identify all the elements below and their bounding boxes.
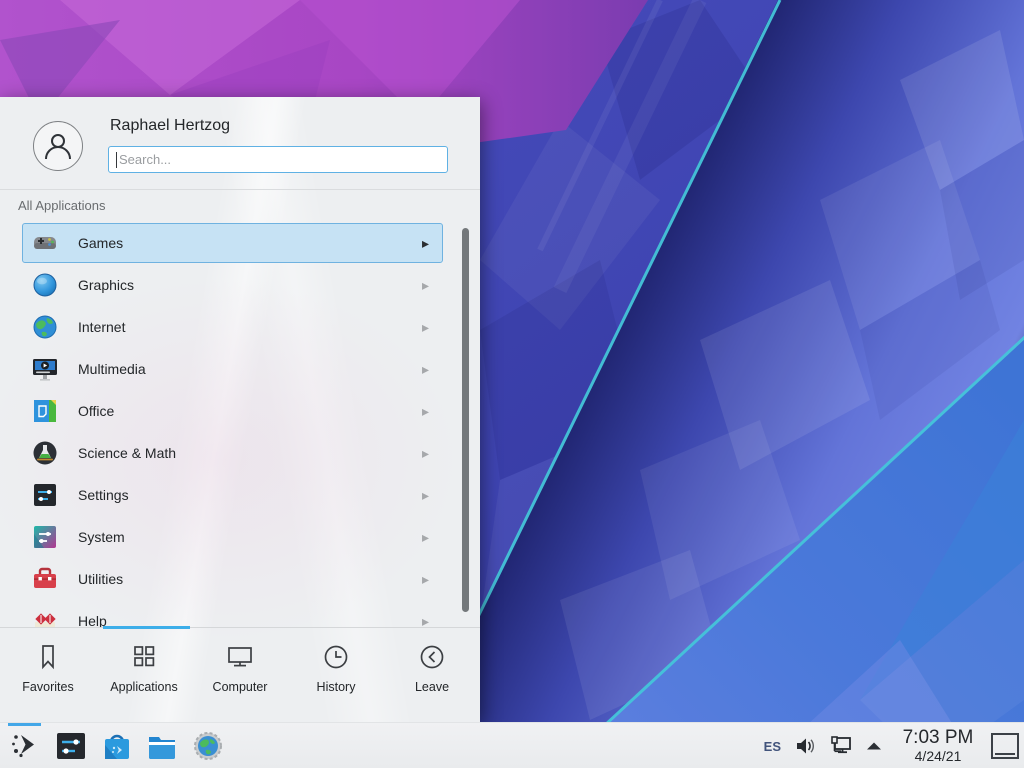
digital-clock[interactable]: 7:03 PM 4/24/21 <box>895 728 981 764</box>
submenu-arrow-icon: ▸ <box>422 264 429 306</box>
system-tray: ES 7:03 PM 4/24/2 <box>764 723 1024 768</box>
wired-network-icon[interactable] <box>829 735 853 757</box>
show-desktop-button[interactable] <box>991 733 1019 759</box>
taskbar-app-system-settings[interactable] <box>55 730 87 762</box>
kde-kickoff-icon <box>9 732 39 760</box>
sliders-color-icon <box>32 524 58 550</box>
konqueror-globe-icon <box>192 730 224 762</box>
user-avatar[interactable] <box>33 121 83 171</box>
sphere-icon <box>32 272 58 298</box>
tab-label: History <box>317 680 356 694</box>
submenu-arrow-icon: ▸ <box>422 558 429 600</box>
launcher-open-indicator <box>8 723 41 726</box>
documents-icon <box>32 398 58 424</box>
active-tab-indicator <box>103 626 190 629</box>
category-label: Games <box>78 222 123 264</box>
person-icon <box>41 129 75 163</box>
submenu-arrow-icon: ▸ <box>422 390 429 432</box>
search-input[interactable] <box>109 147 447 172</box>
user-name: Raphael Hertzog <box>110 117 230 135</box>
category-label: System <box>78 516 125 558</box>
category-internet[interactable]: Internet ▸ <box>0 306 480 348</box>
menu-header: Raphael Hertzog <box>0 97 480 189</box>
gamepad-icon <box>32 230 58 256</box>
monitor-play-icon <box>32 356 58 382</box>
tab-label: Favorites <box>22 680 73 694</box>
category-science-math[interactable]: Science & Math ▸ <box>0 432 480 474</box>
submenu-arrow-icon: ▸ <box>422 222 429 264</box>
category-label: Internet <box>78 306 125 348</box>
submenu-arrow-icon: ▸ <box>422 432 429 474</box>
clock-icon <box>321 642 351 672</box>
tab-label: Applications <box>110 680 177 694</box>
system-settings-icon <box>55 730 87 762</box>
toolbox-icon <box>32 566 58 592</box>
volume-icon[interactable] <box>795 736 817 756</box>
leave-icon <box>417 642 447 672</box>
section-label: All Applications <box>18 198 105 213</box>
flask-icon <box>32 440 58 466</box>
category-label: Graphics <box>78 264 134 306</box>
application-launcher-menu: Raphael Hertzog All Applications Games ▸ <box>0 97 480 722</box>
expand-tray-arrow[interactable] <box>865 740 883 752</box>
tab-leave[interactable]: Leave <box>384 632 480 722</box>
category-label: Office <box>78 390 114 432</box>
category-label: Utilities <box>78 558 123 600</box>
computer-icon <box>225 642 255 672</box>
list-scrollbar[interactable] <box>462 228 469 612</box>
taskbar-app-file-manager[interactable] <box>146 730 178 762</box>
submenu-arrow-icon: ▸ <box>422 306 429 348</box>
category-games[interactable]: Games ▸ <box>0 222 480 264</box>
category-help[interactable]: Help ▸ <box>0 600 480 627</box>
search-box[interactable] <box>108 146 448 173</box>
clock-time: 7:03 PM <box>895 728 981 748</box>
submenu-arrow-icon: ▸ <box>422 474 429 516</box>
taskbar-app-web-browser[interactable] <box>192 730 224 762</box>
bookmark-icon <box>33 642 63 672</box>
tab-label: Leave <box>415 680 449 694</box>
app-category-list: Games ▸ Graphics ▸ Internet <box>0 222 480 627</box>
header-separator <box>0 189 480 190</box>
submenu-arrow-icon: ▸ <box>422 348 429 390</box>
help-icon <box>32 608 58 627</box>
taskbar: ES 7:03 PM 4/24/2 <box>0 722 1024 768</box>
text-caret <box>116 152 117 168</box>
menu-footer-tabs: Favorites Applications Computer <box>0 632 480 722</box>
category-multimedia[interactable]: Multimedia ▸ <box>0 348 480 390</box>
tab-applications[interactable]: Applications <box>96 632 192 722</box>
tab-history[interactable]: History <box>288 632 384 722</box>
sliders-dark-icon <box>32 482 58 508</box>
folder-icon <box>146 730 178 762</box>
tab-favorites[interactable]: Favorites <box>0 632 96 722</box>
clock-date: 4/24/21 <box>895 748 981 764</box>
category-office[interactable]: Office ▸ <box>0 390 480 432</box>
grid-icon <box>129 642 159 672</box>
category-system[interactable]: System ▸ <box>0 516 480 558</box>
category-label: Science & Math <box>78 432 176 474</box>
tab-computer[interactable]: Computer <box>192 632 288 722</box>
application-launcher-button[interactable] <box>7 723 41 768</box>
category-label: Settings <box>78 474 129 516</box>
taskbar-app-discover[interactable] <box>101 730 133 762</box>
globe-icon <box>32 314 58 340</box>
category-label: Multimedia <box>78 348 146 390</box>
footer-separator <box>0 627 480 628</box>
discover-icon <box>101 730 133 762</box>
category-settings[interactable]: Settings ▸ <box>0 474 480 516</box>
submenu-arrow-icon: ▸ <box>422 516 429 558</box>
submenu-arrow-icon: ▸ <box>422 600 429 627</box>
category-utilities[interactable]: Utilities ▸ <box>0 558 480 600</box>
category-graphics[interactable]: Graphics ▸ <box>0 264 480 306</box>
category-label: Help <box>78 600 107 627</box>
tab-label: Computer <box>213 680 268 694</box>
keyboard-layout-indicator[interactable]: ES <box>764 739 781 754</box>
